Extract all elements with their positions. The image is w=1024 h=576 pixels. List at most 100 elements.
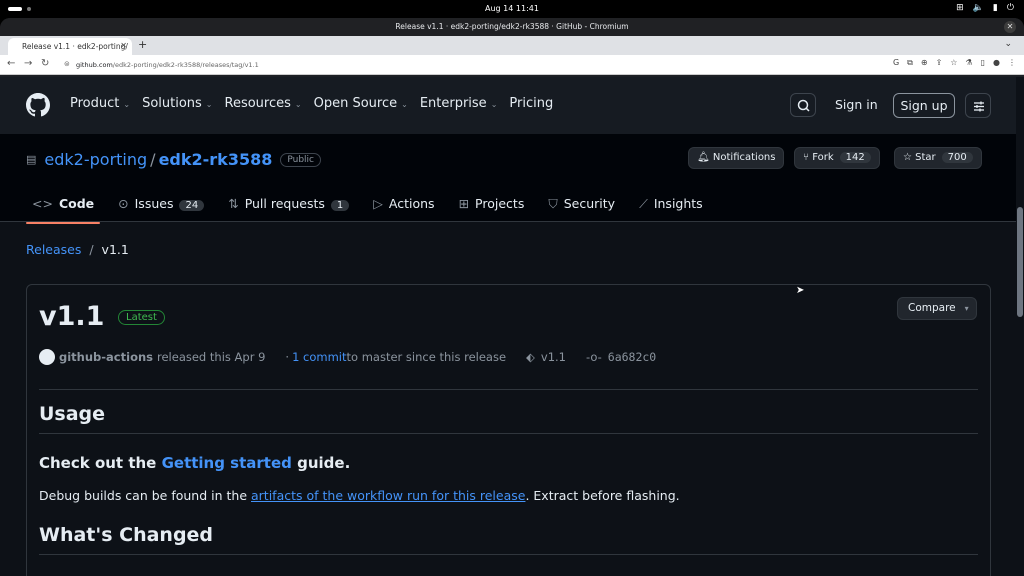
chevron-down-icon: ⌄ — [490, 100, 498, 109]
nav-product[interactable]: Product ⌄ — [70, 96, 130, 111]
browser-tab[interactable]: Release v1.1 · edk2-porting/ ✕ — [8, 38, 132, 55]
whats-changed-heading: What's Changed — [39, 524, 214, 546]
commit-icon: -o- — [586, 350, 602, 364]
net-icon: ⊞ — [956, 3, 964, 13]
url-input[interactable]: ⊜ github.com/edk2-porting/edk2-rk3588/re… — [58, 57, 1018, 73]
search-icon — [797, 99, 810, 112]
github-header: Product ⌄ Solutions ⌄ Resources ⌄ Open Sour… — [0, 77, 1024, 134]
os-top-bar: Aug 14 11:41 ⊞ 🔈 ▮ ⏻ — [0, 0, 1024, 18]
divider — [39, 554, 978, 555]
breadcrumb-current: v1.1 — [101, 242, 129, 257]
nav-solutions[interactable]: Solutions ⌄ — [142, 96, 212, 111]
pulls-count: 1 — [330, 200, 350, 211]
code-icon: <> — [32, 196, 53, 211]
nav-resources[interactable]: Resources ⌄ — [225, 96, 302, 111]
chevron-down-icon: ⌄ — [205, 100, 213, 109]
star-count: 700 — [941, 152, 973, 163]
nav-open-source[interactable]: Open Source ⌄ — [314, 96, 408, 111]
tab-pull-requests[interactable]: ⇅ Pull requests 1 — [222, 192, 355, 224]
breadcrumb: Releases / v1.1 — [26, 242, 129, 257]
tab-close-icon[interactable]: ✕ — [120, 41, 127, 50]
tab-actions[interactable]: ▷ Actions — [367, 192, 440, 224]
settings-menu-button[interactable] — [965, 93, 991, 118]
search-button[interactable] — [790, 93, 816, 117]
nav-enterprise[interactable]: Enterprise ⌄ — [420, 96, 498, 111]
new-tab-icon[interactable]: + — [138, 38, 147, 51]
url-path: /edk2-porting/edk2-rk3588/releases/tag/v… — [112, 61, 259, 69]
commits-link[interactable]: 1 commit — [292, 350, 346, 364]
release-meta: github-actions released this Apr 9 · 1 c… — [39, 349, 656, 365]
artifacts-link[interactable]: artifacts of the workflow run for this r… — [251, 488, 525, 503]
reload-icon[interactable]: ↻ — [41, 58, 49, 69]
tab-security[interactable]: ⛉ Security — [542, 192, 621, 224]
usage-heading: Usage — [39, 403, 106, 425]
table-icon: ⊞ — [458, 196, 470, 211]
bookmark-star-icon[interactable]: ☆ — [950, 58, 957, 68]
release-date-text: released this Apr 9 — [157, 350, 266, 364]
play-icon: ▷ — [373, 196, 383, 211]
site-info-icon[interactable]: ⊜ — [64, 60, 70, 68]
window-title: Release v1.1 · edk2-porting/edk2-rk3588 … — [395, 22, 629, 31]
avatar[interactable] — [39, 349, 55, 365]
star-icon: ☆ — [903, 152, 912, 163]
getting-started-link[interactable]: Getting started — [162, 454, 292, 472]
repo-tabs: <> Code ⊙ Issues 24 ⇅ Pull requests 1 ▷ Action… — [26, 192, 721, 224]
issue-icon: ⊙ — [118, 196, 129, 211]
tab-code[interactable]: <> Code — [26, 192, 101, 224]
breadcrumb-separator: / — [89, 242, 94, 257]
tab-projects[interactable]: ⊞ Projects — [453, 192, 531, 224]
extension-icon[interactable]: ⚗ — [965, 58, 972, 68]
debug-builds-paragraph: Debug builds can be found in the artifac… — [39, 488, 680, 503]
tag-link[interactable]: v1.1 — [541, 350, 566, 364]
commits-rest: to master since this release — [346, 350, 507, 364]
tab-issues[interactable]: ⊙ Issues 24 — [112, 192, 210, 224]
address-bar: ← → ↻ ⊜ github.com/edk2-porting/edk2-rk3… — [0, 55, 1024, 75]
repo-owner-link[interactable]: edk2-porting — [44, 150, 147, 169]
page-scrollbar[interactable] — [1016, 77, 1024, 576]
chevron-down-icon: ⌄ — [401, 100, 408, 109]
divider — [39, 433, 978, 434]
chevron-down-icon: ⌄ — [294, 100, 302, 109]
fork-button[interactable]: ⑂ Fork 142 — [794, 147, 880, 169]
tab-title: Release v1.1 · edk2-porting/ — [22, 42, 128, 51]
commit-dot-icon: · — [285, 350, 290, 364]
sign-up-button[interactable]: Sign up — [893, 93, 955, 118]
repo-header: ▤ edk2-porting / edk2-rk3588 Public 🔔︎ N… — [0, 134, 1024, 224]
forward-icon[interactable]: → — [24, 58, 32, 69]
pull-request-icon: ⇅ — [228, 196, 239, 211]
sliders-icon — [974, 101, 984, 112]
sidepanel-icon[interactable]: ▯ — [981, 58, 985, 68]
profile-icon[interactable]: ● — [993, 58, 1000, 68]
compare-button[interactable]: Compare ▾ — [897, 297, 977, 320]
release-title[interactable]: v1.1 — [39, 301, 104, 332]
release-author[interactable]: github-actions — [59, 350, 153, 364]
github-logo-icon[interactable] — [26, 93, 50, 117]
notifications-button[interactable]: 🔔︎ Notifications — [688, 147, 785, 169]
repo-icon: ▤ — [26, 153, 37, 166]
os-clock[interactable]: Aug 14 11:41 — [0, 4, 1024, 13]
divider — [39, 389, 978, 390]
kebab-menu-icon[interactable]: ⋮ — [1008, 58, 1016, 68]
star-button[interactable]: ☆ Star 700 — [894, 147, 982, 169]
repo-title: ▤ edk2-porting / edk2-rk3588 Public — [26, 150, 321, 169]
nav-pricing[interactable]: Pricing — [509, 96, 553, 111]
tab-search-chevron-icon[interactable]: ⌄ — [1004, 39, 1012, 49]
fork-count: 142 — [839, 152, 871, 163]
github-page: Product ⌄ Solutions ⌄ Resources ⌄ Open Sour… — [0, 77, 1024, 576]
back-icon[interactable]: ← — [7, 58, 15, 69]
system-tray[interactable]: ⊞ 🔈 ▮ ⏻ — [956, 3, 1014, 13]
zoom-icon[interactable]: ⊕ — [921, 58, 928, 68]
speaker-icon: 🔈 — [972, 3, 984, 13]
scrollbar-thumb[interactable] — [1017, 207, 1023, 317]
tab-strip: Release v1.1 · edk2-porting/ ✕ + ⌄ — [0, 36, 1024, 55]
window-title-bar: Release v1.1 · edk2-porting/edk2-rk3588 … — [0, 18, 1024, 36]
share-icon[interactable]: ⇪ — [936, 58, 943, 68]
sign-in-link[interactable]: Sign in — [835, 97, 878, 112]
close-icon[interactable]: ✕ — [1004, 21, 1016, 33]
sha-link[interactable]: 6a682c0 — [608, 350, 656, 364]
repo-name-link[interactable]: edk2-rk3588 — [159, 150, 273, 169]
breadcrumb-releases[interactable]: Releases — [26, 242, 81, 257]
translate-icon[interactable]: ⧉ — [907, 58, 913, 68]
tab-insights[interactable]: ⟋ Insights — [633, 192, 709, 224]
google-icon[interactable]: G — [893, 58, 899, 68]
